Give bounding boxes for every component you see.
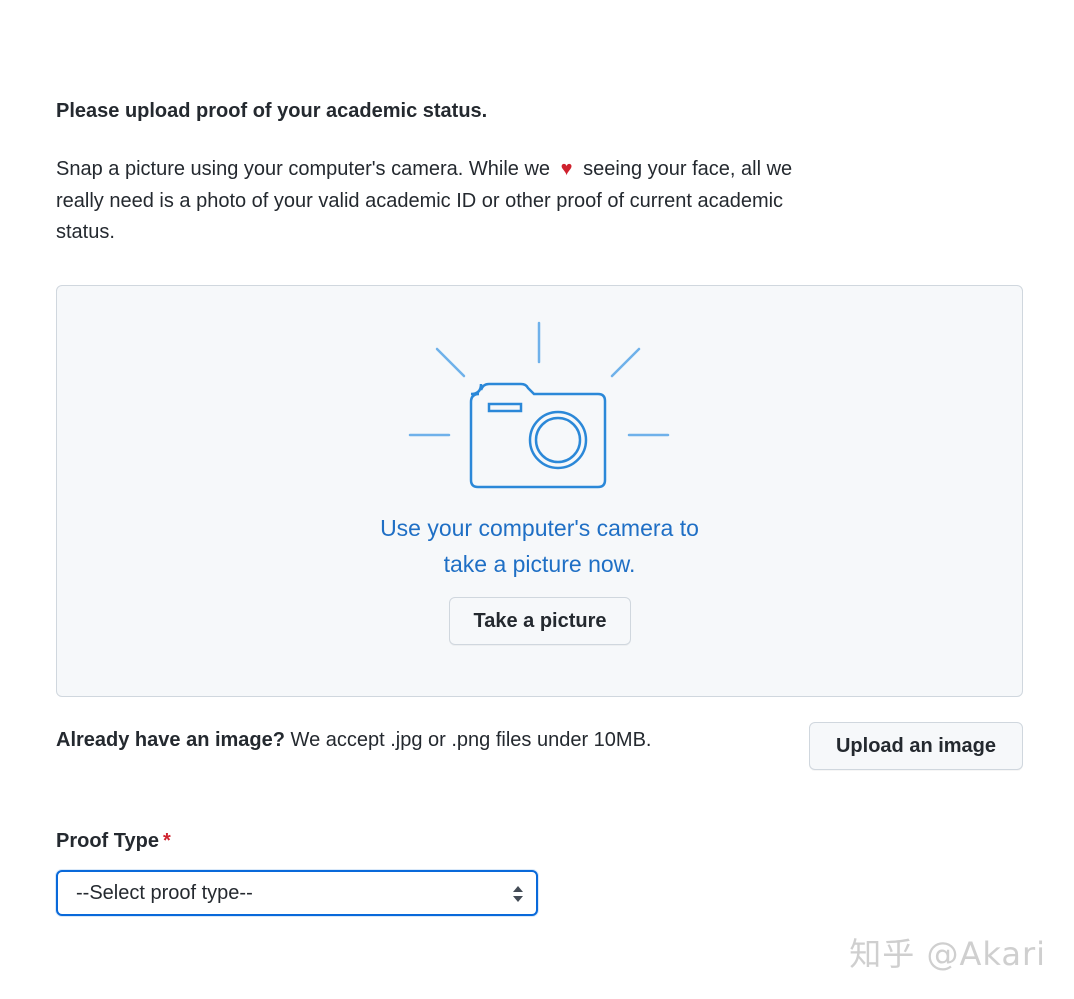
proof-type-selected-value: --Select proof type-- (76, 881, 253, 904)
watermark-text: 知乎 @Akari (849, 935, 1046, 973)
camera-capture-panel: Use your computer's camera to take a pic… (56, 285, 1023, 697)
proof-type-select[interactable]: --Select proof type-- (56, 870, 538, 916)
upload-row: Already have an image? We accept .jpg or… (56, 722, 1023, 772)
intro-paragraph: Snap a picture using your computer's cam… (56, 154, 836, 249)
upload-description: Already have an image? We accept .jpg or… (56, 726, 651, 754)
take-picture-button[interactable]: Take a picture (449, 597, 631, 645)
required-marker: * (162, 830, 171, 852)
camera-icon (408, 321, 670, 489)
camera-caption-line2: take a picture now. (443, 551, 636, 577)
heart-icon: ♥ (560, 158, 573, 180)
academic-proof-form: Please upload proof of your academic sta… (56, 96, 1023, 916)
page-heading: Please upload proof of your academic sta… (56, 100, 488, 122)
camera-caption: Use your computer's camera to take a pic… (57, 510, 1022, 582)
upload-note: We accept .jpg or .png files under 10MB. (290, 729, 652, 751)
select-arrows-icon (513, 886, 523, 902)
proof-type-label-text: Proof Type (56, 830, 159, 852)
upload-question: Already have an image? (56, 729, 285, 751)
upload-image-button[interactable]: Upload an image (809, 722, 1023, 770)
intro-text-before: Snap a picture using your computer's cam… (56, 158, 551, 180)
camera-caption-line1: Use your computer's camera to (380, 515, 699, 541)
proof-type-label: Proof Type * (56, 827, 171, 855)
